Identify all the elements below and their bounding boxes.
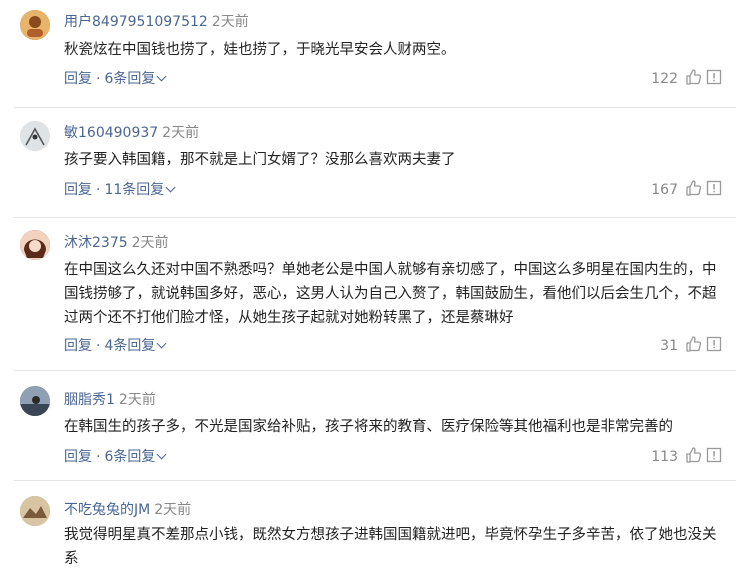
replies-label: 4条回复 — [104, 338, 156, 354]
timestamp: 2天前 — [131, 235, 169, 251]
comment-actions: 回复 · 11条回复 — [64, 179, 176, 199]
username[interactable]: 敏160490937 — [64, 125, 158, 141]
comment-text: 在韩国生的孩子多，不光是国家给补贴，孩子将来的教育、医疗保险等其他福利也是非常完… — [64, 419, 673, 435]
like-count: 167 — [651, 182, 678, 198]
comment-item: 胭脂秀1 2天前 在韩国生的孩子多，不光是国家给补贴，孩子将来的教育、医疗保险等其… — [0, 371, 750, 481]
like-area: 122 — [651, 68, 722, 90]
like-area: 167 — [651, 179, 722, 201]
view-replies-button[interactable]: 4条回复 — [104, 338, 167, 354]
thumbs-up-icon[interactable] — [684, 446, 702, 468]
report-icon[interactable] — [706, 180, 722, 200]
comment-actions: 回复 · 6条回复 — [64, 68, 167, 88]
chevron-down-icon — [156, 338, 167, 349]
thumbs-up-icon[interactable] — [684, 68, 702, 90]
chevron-down-icon — [156, 449, 167, 460]
username[interactable]: 用户8497951097512 — [64, 14, 208, 30]
replies-label: 6条回复 — [104, 71, 156, 87]
avatar[interactable] — [20, 496, 50, 526]
separator-dot: · — [96, 182, 101, 198]
comment-item: 用户8497951097512 2天前 秋瓷炫在中国钱也捞了，娃也捞了，于晓光早安… — [0, 0, 750, 108]
reply-button[interactable]: 回复 — [64, 338, 92, 354]
report-icon[interactable] — [706, 69, 722, 89]
like-area: 113 — [651, 446, 722, 468]
chevron-down-icon — [156, 71, 167, 82]
separator-dot: · — [96, 338, 101, 354]
username[interactable]: 不吃兔兔的JM — [64, 502, 150, 518]
comment-meta: 不吃兔兔的JM 2天前 — [64, 499, 191, 519]
like-count: 31 — [660, 338, 678, 354]
report-icon[interactable] — [706, 447, 722, 467]
timestamp: 2天前 — [211, 14, 249, 30]
comment-item: 沐沐2375 2天前 在中国这么久还对中国不熟悉吗？单她老公是中国人就够有亲切感了… — [0, 218, 750, 371]
view-replies-button[interactable]: 6条回复 — [104, 71, 167, 87]
timestamp: 2天前 — [154, 502, 192, 518]
comment-meta: 敏160490937 2天前 — [64, 122, 199, 142]
replies-label: 6条回复 — [104, 449, 156, 465]
report-icon[interactable] — [706, 336, 722, 356]
avatar[interactable] — [20, 10, 50, 40]
comment-item: 敏160490937 2天前 孩子要入韩国籍，那不就是上门女婿了？没那么喜欢两夫妻… — [0, 108, 750, 218]
comment-list: 用户8497951097512 2天前 秋瓷炫在中国钱也捞了，娃也捞了，于晓光早安… — [0, 0, 750, 570]
view-replies-button[interactable]: 6条回复 — [104, 449, 167, 465]
comment-actions: 回复 · 6条回复 — [64, 446, 167, 466]
thumbs-up-icon[interactable] — [684, 335, 702, 357]
comment-item: 不吃兔兔的JM 2天前 我觉得明星真不差那点小钱，既然女方想孩子进韩国国籍就进吧，… — [0, 481, 750, 570]
chevron-down-icon — [165, 182, 176, 193]
reply-button[interactable]: 回复 — [64, 71, 92, 87]
comment-text: 秋瓷炫在中国钱也捞了，娃也捞了，于晓光早安会人财两空。 — [64, 42, 456, 58]
comment-meta: 沐沐2375 2天前 — [64, 232, 169, 252]
comment-meta: 胭脂秀1 2天前 — [64, 389, 156, 409]
comment-meta: 用户8497951097512 2天前 — [64, 11, 249, 31]
avatar[interactable] — [20, 386, 50, 416]
thumbs-up-icon[interactable] — [684, 179, 702, 201]
separator-dot: · — [96, 71, 101, 87]
timestamp: 2天前 — [162, 125, 200, 141]
replies-label: 11条回复 — [104, 182, 165, 198]
like-area: 31 — [660, 335, 722, 357]
reply-button[interactable]: 回复 — [64, 182, 92, 198]
username[interactable]: 胭脂秀1 — [64, 392, 115, 408]
reply-button[interactable]: 回复 — [64, 449, 92, 465]
username[interactable]: 沐沐2375 — [64, 235, 128, 251]
avatar[interactable] — [20, 230, 50, 260]
avatar[interactable] — [20, 121, 50, 151]
view-replies-button[interactable]: 11条回复 — [104, 182, 176, 198]
comment-text: 孩子要入韩国籍，那不就是上门女婿了？没那么喜欢两夫妻了 — [64, 152, 456, 168]
comment-actions: 回复 · 4条回复 — [64, 335, 167, 355]
like-count: 113 — [651, 449, 678, 465]
timestamp: 2天前 — [118, 392, 156, 408]
comment-text: 在中国这么久还对中国不熟悉吗？单她老公是中国人就够有亲切感了，中国这么多明星在国… — [64, 262, 717, 326]
comment-text: 我觉得明星真不差那点小钱，既然女方想孩子进韩国国籍就进吧，毕竟怀孕生子多辛苦，依… — [64, 527, 717, 567]
separator-dot: · — [96, 449, 101, 465]
like-count: 122 — [651, 71, 678, 87]
